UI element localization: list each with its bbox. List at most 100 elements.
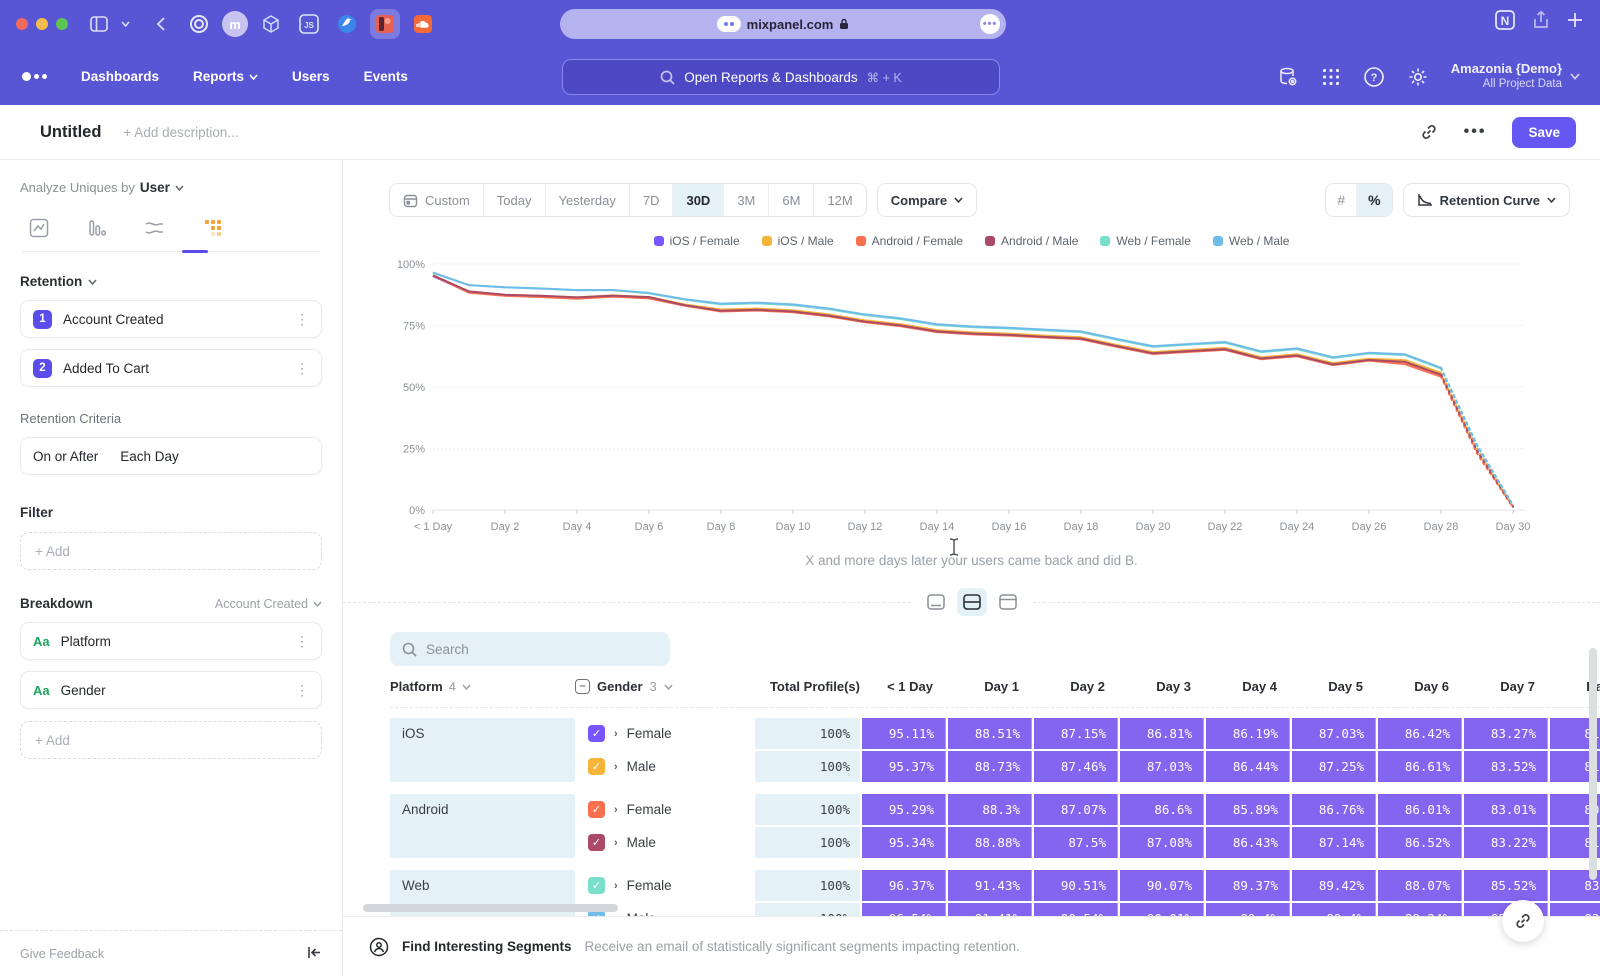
- retention-value-cell[interactable]: 95.37%: [860, 751, 946, 782]
- compare-button[interactable]: Compare: [877, 183, 977, 217]
- series-checkbox[interactable]: ✓: [588, 834, 605, 851]
- retention-value-cell[interactable]: 90.01%: [1118, 903, 1204, 916]
- retention-value-cell[interactable]: 86.61%: [1376, 751, 1462, 782]
- retention-value-cell[interactable]: 90.07%: [1118, 870, 1204, 901]
- notion-icon[interactable]: N: [1494, 9, 1516, 31]
- add-description[interactable]: + Add description...: [123, 125, 238, 140]
- retention-value-cell[interactable]: 89.4%: [1204, 903, 1290, 916]
- retention-value-cell[interactable]: 88.51%: [946, 718, 1032, 749]
- retention-value-cell[interactable]: 88.24%: [1376, 903, 1462, 916]
- column-total-profiles[interactable]: Total Profile(s): [755, 679, 860, 694]
- retention-value-cell[interactable]: 89.4%: [1290, 903, 1376, 916]
- horizontal-scrollbar[interactable]: [363, 904, 618, 912]
- favicon-target[interactable]: [184, 9, 214, 39]
- save-button[interactable]: Save: [1512, 117, 1576, 148]
- sidebar-toggle-icon[interactable]: [86, 11, 112, 37]
- retention-value-cell[interactable]: 95.11%: [860, 718, 946, 749]
- retention-value-cell[interactable]: 87.08%: [1118, 827, 1204, 858]
- analyze-entity-dropdown[interactable]: User: [140, 180, 170, 195]
- retention-value-cell[interactable]: 88.88%: [946, 827, 1032, 858]
- unit-count-button[interactable]: #: [1326, 184, 1357, 216]
- range-12m[interactable]: 12M: [814, 184, 865, 216]
- favicon-soundcloud[interactable]: [408, 9, 438, 39]
- kebab-menu-icon[interactable]: ⋮: [295, 682, 309, 699]
- breakdown-gender[interactable]: Aa Gender ⋮: [20, 671, 322, 709]
- maximize-window-button[interactable]: [56, 18, 68, 30]
- back-icon[interactable]: [148, 11, 174, 37]
- legend-item[interactable]: Web / Male: [1213, 234, 1289, 248]
- retention-value-cell[interactable]: 86.52%: [1376, 827, 1462, 858]
- retention-value-cell[interactable]: 91.43%: [946, 870, 1032, 901]
- legend-item[interactable]: iOS / Male: [762, 234, 834, 248]
- retention-value-cell[interactable]: 88.3%: [946, 794, 1032, 825]
- retention-value-cell[interactable]: 91.41%: [946, 903, 1032, 916]
- favicon-bird[interactable]: [332, 9, 362, 39]
- retention-value-cell[interactable]: 87.14%: [1290, 827, 1376, 858]
- add-filter-button[interactable]: + Add: [20, 532, 322, 570]
- criteria-interval[interactable]: Each Day: [120, 449, 179, 464]
- table-only-view-button[interactable]: [993, 588, 1023, 616]
- retention-value-cell[interactable]: 86.76%: [1290, 794, 1376, 825]
- retention-value-cell[interactable]: 96.37%: [860, 870, 946, 901]
- kebab-menu-icon[interactable]: ⋮: [295, 633, 309, 650]
- report-title[interactable]: Untitled: [40, 123, 101, 142]
- kebab-menu-icon[interactable]: ⋮: [295, 311, 309, 328]
- column-day-4[interactable]: Day 4: [1204, 679, 1290, 694]
- address-bar[interactable]: mixpanel.com •••: [560, 9, 1006, 39]
- column-day-1[interactable]: Day 1: [946, 679, 1032, 694]
- retention-chart[interactable]: 0%25%50%75%100%< 1 DayDay 2Day 4Day 6Day…: [385, 252, 1572, 547]
- retention-value-cell[interactable]: 86.81%: [1118, 718, 1204, 749]
- retention-step-b[interactable]: 2 Added To Cart ⋮: [20, 349, 322, 387]
- column-day-5[interactable]: Day 5: [1290, 679, 1376, 694]
- retention-value-cell[interactable]: 86.6%: [1118, 794, 1204, 825]
- favicon-js[interactable]: JS: [294, 9, 324, 39]
- retention-value-cell[interactable]: 87.03%: [1290, 718, 1376, 749]
- range-30d[interactable]: 30D: [673, 184, 724, 216]
- expand-chevron-icon[interactable]: ›: [614, 804, 618, 816]
- series-checkbox[interactable]: ✓: [588, 725, 605, 742]
- retention-step-a[interactable]: 1 Account Created ⋮: [20, 300, 322, 338]
- favicon-m[interactable]: m: [222, 11, 248, 37]
- new-tab-icon[interactable]: [1566, 11, 1584, 29]
- retention-value-cell[interactable]: 86.43%: [1204, 827, 1290, 858]
- extensions-icon[interactable]: •••: [980, 14, 1000, 34]
- tab-insights[interactable]: [28, 217, 50, 239]
- expand-chevron-icon[interactable]: ›: [614, 837, 618, 849]
- retention-value-cell[interactable]: 87.46%: [1032, 751, 1118, 782]
- legend-item[interactable]: iOS / Female: [654, 234, 740, 248]
- retention-value-cell[interactable]: 90.54%: [1032, 903, 1118, 916]
- retention-criteria-card[interactable]: On or After Each Day: [20, 437, 322, 475]
- range-yesterday[interactable]: Yesterday: [546, 184, 630, 216]
- vertical-scrollbar[interactable]: [1589, 648, 1597, 880]
- retention-value-cell[interactable]: 86.42%: [1376, 718, 1462, 749]
- find-segments-label[interactable]: Find Interesting Segments: [402, 939, 572, 954]
- mixpanel-logo-icon[interactable]: [22, 72, 47, 81]
- retention-value-cell[interactable]: 90.51%: [1032, 870, 1118, 901]
- give-feedback-link[interactable]: Give Feedback: [20, 947, 104, 961]
- share-icon[interactable]: [1532, 10, 1550, 30]
- retention-value-cell[interactable]: 87.07%: [1032, 794, 1118, 825]
- kebab-menu-icon[interactable]: ⋮: [295, 360, 309, 377]
- apps-grid-icon[interactable]: [1321, 67, 1341, 87]
- tab-funnels[interactable]: [86, 217, 108, 239]
- account-switcher[interactable]: Amazonia {Demo} All Project Data: [1451, 61, 1580, 92]
- global-search-button[interactable]: Open Reports & Dashboards ⌘ + K: [562, 59, 1000, 95]
- retention-value-cell[interactable]: 89.42%: [1290, 870, 1376, 901]
- chart-only-view-button[interactable]: [921, 588, 951, 616]
- select-all-checkbox[interactable]: –: [575, 679, 590, 694]
- retention-value-cell[interactable]: 89.37%: [1204, 870, 1290, 901]
- column-<-1-day[interactable]: < 1 Day: [860, 679, 946, 694]
- breakdown-scope-dropdown[interactable]: Account Created: [215, 597, 322, 611]
- retention-value-cell[interactable]: 88.73%: [946, 751, 1032, 782]
- retention-value-cell[interactable]: 83.22%: [1462, 827, 1548, 858]
- expand-chevron-icon[interactable]: ›: [614, 880, 618, 892]
- chevron-down-icon[interactable]: [118, 11, 132, 37]
- column-day-2[interactable]: Day 2: [1032, 679, 1118, 694]
- series-checkbox[interactable]: ✓: [588, 758, 605, 775]
- column-gender[interactable]: – Gender3: [575, 679, 755, 694]
- retention-value-cell[interactable]: 95.29%: [860, 794, 946, 825]
- window-controls[interactable]: [16, 18, 68, 30]
- retention-value-cell[interactable]: 95.34%: [860, 827, 946, 858]
- data-management-icon[interactable]: [1277, 66, 1299, 88]
- nav-dashboards[interactable]: Dashboards: [81, 69, 159, 84]
